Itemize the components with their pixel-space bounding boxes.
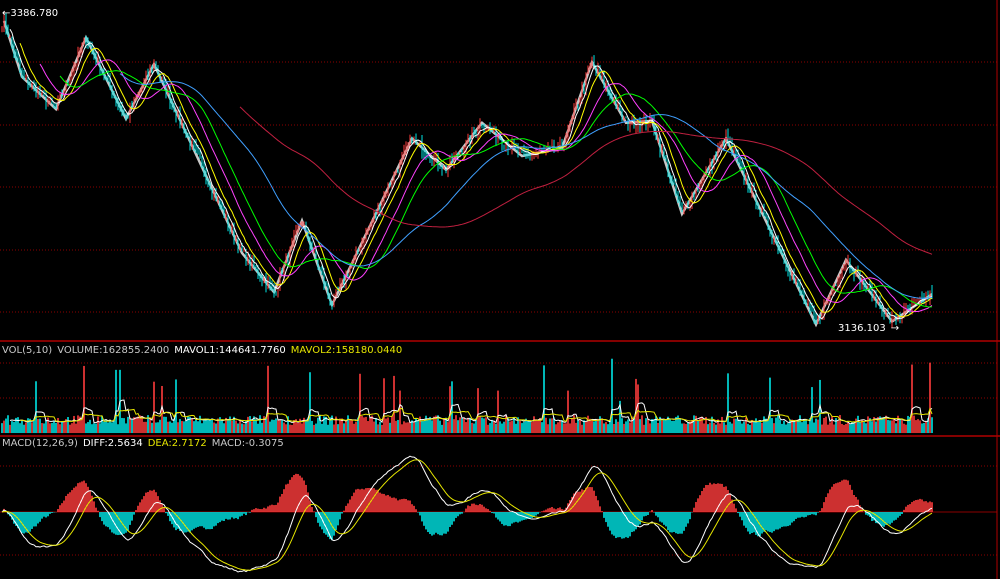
price-high-label: ←3386.780 xyxy=(2,8,59,19)
macd-legend: MACD(12,26,9) DIFF:2.5634 DEA:2.7172 MACD:-… xyxy=(2,438,289,449)
diff-value: DIFF:2.5634 xyxy=(82,438,143,449)
volume-legend: VOL(5,10) VOLUME:162855.2400 MAVOL1:144641… xyxy=(2,345,407,356)
macd-value: MACD:-0.3075 xyxy=(211,438,284,449)
ma-line-120 xyxy=(239,106,933,255)
ma-line-30 xyxy=(59,70,933,308)
stock-chart[interactable] xyxy=(0,0,1000,579)
ma-line-20 xyxy=(39,59,933,313)
ma-line-60 xyxy=(119,73,933,299)
macd-label: MACD(12,26,9) xyxy=(2,438,78,449)
mavol2-value: MAVOL2:158180.0440 xyxy=(290,345,403,356)
dea-value: DEA:2.7172 xyxy=(147,438,207,449)
mavol1-value: MAVOL1:144641.7760 xyxy=(174,345,286,356)
ma-line-10 xyxy=(19,43,933,318)
price-low-label: 3136.103 → xyxy=(838,323,900,334)
vol-value: VOLUME:162855.2400 xyxy=(57,345,170,356)
zigzag-line xyxy=(2,20,933,328)
vol-label: VOL(5,10) xyxy=(2,345,53,356)
